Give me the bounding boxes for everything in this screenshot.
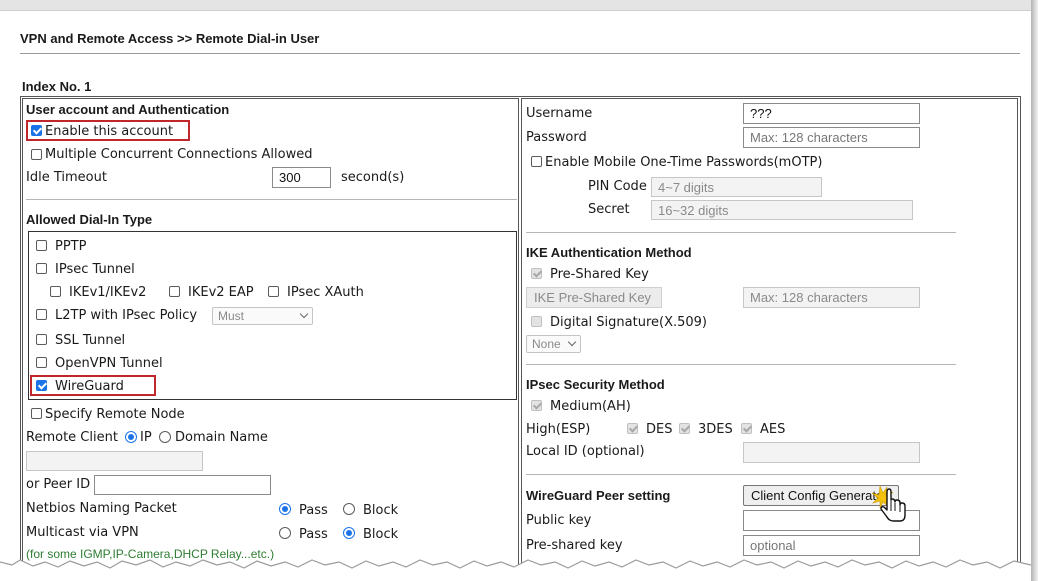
enable-account-checkbox[interactable] — [31, 125, 42, 136]
specify-remote-node-label: Specify Remote Node — [45, 407, 185, 422]
pptp-checkbox[interactable] — [36, 240, 47, 251]
netbios-label: Netbios Naming Packet — [26, 501, 177, 516]
ipsec-tunnel-checkbox[interactable] — [36, 263, 47, 274]
wireguard-label: WireGuard — [55, 379, 124, 394]
public-key-label: Public key — [526, 513, 592, 528]
dialin-section-title: Allowed Dial-In Type — [26, 212, 153, 227]
signature-select-value: None — [532, 337, 561, 351]
remote-client-domain-radio[interactable] — [159, 431, 171, 443]
peer-id-input[interactable] — [94, 475, 271, 495]
breadcrumb: VPN and Remote Access >> Remote Dial-in … — [20, 31, 320, 46]
idle-timeout-unit: second(s) — [341, 170, 405, 185]
auth-right-divider — [526, 232, 956, 233]
ikev2-eap-label: IKEv2 EAP — [188, 285, 254, 300]
chevron-down-icon — [567, 337, 577, 347]
password-label: Password — [526, 130, 587, 145]
secret-input[interactable]: 16~32 digits — [651, 200, 913, 220]
3des-label: 3DES — [698, 422, 733, 437]
pre-shared-key-field-label: Pre-shared key — [526, 538, 623, 553]
multicast-pass-label: Pass — [299, 527, 328, 542]
motp-checkbox[interactable] — [531, 156, 542, 167]
ike-divider — [526, 364, 956, 365]
pptp-label: PPTP — [55, 239, 87, 254]
ipsec-xauth-label: IPsec XAuth — [287, 285, 364, 300]
torn-edge — [0, 559, 1031, 581]
aes-checkbox[interactable] — [741, 423, 752, 434]
ipsec-divider — [526, 474, 956, 475]
ipsec-section-title: IPsec Security Method — [526, 377, 665, 392]
auth-section-title: User account and Authentication — [26, 102, 230, 117]
multicast-label: Multicast via VPN — [26, 525, 139, 540]
l2tp-label: L2TP with IPsec Policy — [55, 308, 198, 323]
ike-section-title: IKE Authentication Method — [526, 245, 692, 260]
ike-psk-input[interactable]: Max: 128 characters — [743, 287, 920, 308]
multicast-pass-radio[interactable] — [279, 527, 291, 539]
remote-client-ip-label: IP — [140, 430, 152, 445]
browser-top-strip — [0, 0, 1031, 11]
high-esp-label: High(ESP) — [526, 422, 591, 437]
medium-ah-checkbox[interactable] — [531, 400, 542, 411]
motp-label: Enable Mobile One-Time Passwords(mOTP) — [545, 155, 823, 170]
ikev1-label: IKEv1/IKEv2 — [69, 285, 147, 300]
multiple-connections-label: Multiple Concurrent Connections Allowed — [45, 147, 313, 162]
ikev1-checkbox[interactable] — [50, 286, 61, 297]
screenshot-shadow — [1031, 0, 1038, 581]
enable-account-label: Enable this account — [45, 124, 174, 139]
netbios-pass-label: Pass — [299, 503, 328, 518]
peer-id-label: or Peer ID — [26, 477, 91, 492]
openvpn-checkbox[interactable] — [36, 357, 47, 368]
netbios-block-radio[interactable] — [343, 503, 355, 515]
remote-client-domain-label: Domain Name — [175, 430, 268, 445]
local-id-input[interactable] — [743, 442, 920, 463]
idle-timeout-label: Idle Timeout — [26, 170, 107, 185]
digital-signature-checkbox[interactable] — [531, 316, 542, 327]
username-label: Username — [526, 106, 593, 121]
digital-signature-label: Digital Signature(X.509) — [550, 315, 708, 330]
l2tp-policy-select[interactable]: Must — [212, 307, 313, 325]
remote-client-ip-radio[interactable] — [125, 431, 137, 443]
breadcrumb-divider — [20, 53, 1020, 54]
medium-ah-label: Medium(AH) — [550, 399, 631, 414]
username-input[interactable]: ??? — [743, 103, 920, 124]
pin-code-input[interactable]: 4~7 digits — [651, 177, 822, 197]
local-id-label: Local ID (optional) — [526, 444, 645, 459]
netbios-block-label: Block — [363, 503, 399, 518]
ssl-tunnel-checkbox[interactable] — [36, 334, 47, 345]
chevron-down-icon — [299, 309, 309, 319]
wireguard-section-title: WireGuard Peer setting — [526, 488, 671, 503]
idle-timeout-input[interactable]: 300 — [272, 167, 331, 188]
password-input[interactable]: Max: 128 characters — [743, 127, 920, 148]
remote-client-label: Remote Client — [26, 430, 118, 445]
multicast-block-label: Block — [363, 527, 399, 542]
aes-label: AES — [760, 422, 786, 437]
pre-shared-key-label: Pre-Shared Key — [550, 267, 649, 282]
secret-label: Secret — [588, 202, 630, 217]
wireguard-checkbox[interactable] — [36, 380, 47, 391]
openvpn-label: OpenVPN Tunnel — [55, 356, 163, 371]
des-label: DES — [646, 422, 673, 437]
index-label: Index No. 1 — [22, 79, 92, 94]
specify-remote-node-checkbox[interactable] — [31, 408, 42, 419]
signature-select[interactable]: None — [526, 335, 581, 353]
ipsec-tunnel-label: IPsec Tunnel — [55, 262, 135, 277]
l2tp-checkbox[interactable] — [36, 309, 47, 320]
ikev2-eap-checkbox[interactable] — [169, 286, 180, 297]
hand-pointer-icon — [872, 484, 906, 522]
multicast-block-radio[interactable] — [343, 527, 355, 539]
remote-client-input[interactable] — [26, 451, 203, 471]
pre-shared-key-checkbox[interactable] — [531, 268, 542, 279]
pre-shared-key-input[interactable]: optional — [743, 535, 920, 556]
ssl-tunnel-label: SSL Tunnel — [55, 333, 126, 348]
multiple-connections-checkbox[interactable] — [31, 149, 42, 160]
3des-checkbox[interactable] — [679, 423, 690, 434]
auth-divider — [26, 199, 517, 200]
l2tp-policy-value: Must — [218, 309, 245, 323]
ike-psk-button[interactable]: IKE Pre-Shared Key — [526, 287, 662, 308]
netbios-pass-radio[interactable] — [279, 503, 291, 515]
pin-code-label: PIN Code — [588, 179, 647, 194]
des-checkbox[interactable] — [627, 423, 638, 434]
ipsec-xauth-checkbox[interactable] — [268, 286, 279, 297]
